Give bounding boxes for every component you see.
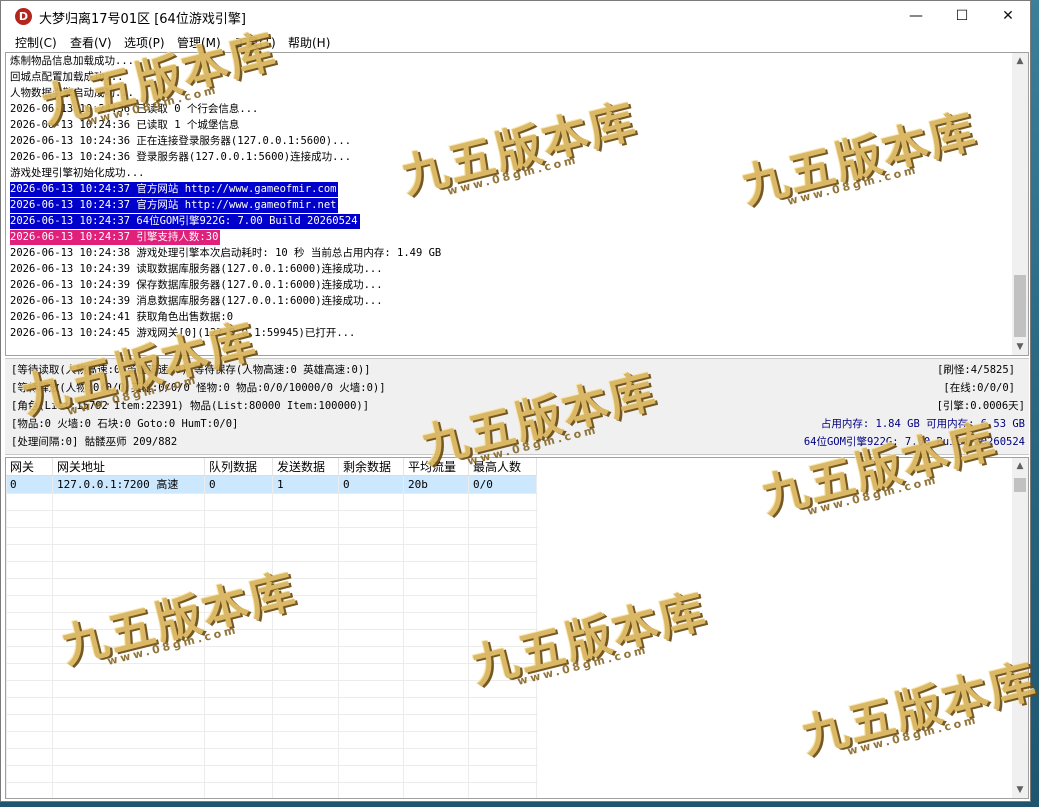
log-line: 2026-06-13 10:24:36 正在连接登录服务器(127.0.0.1:… (10, 135, 352, 147)
status-memory: 占用内存: 1.84 GB 可用内存: 6.53 GB (820, 418, 1025, 430)
status-role-items: [角色(List:15792 Item:22391) 物品(List:80000… (11, 400, 370, 412)
grid-column-line (6, 476, 7, 798)
log-line: 2026-06-13 10:24:36 已读取 0 个行会信息... (10, 103, 259, 115)
scroll-up-arrow-icon[interactable]: ▲ (1012, 53, 1028, 69)
status-refresh-monsters: [刷怪:4/5825] (937, 364, 1015, 376)
log-panel[interactable]: 炼制物品信息加载成功... 回城点配置加载成功... 人物数据引擎启动成功... 20… (5, 52, 1029, 356)
minimize-button[interactable]: — (893, 1, 939, 32)
close-button[interactable]: ✕ (985, 1, 1030, 32)
log-line: 2026-06-13 10:24:39 消息数据库服务器(127.0.0.1:6… (10, 295, 383, 307)
table-cell[interactable]: 20b (404, 476, 469, 493)
table-header: 网关 网关地址 队列数据 发送数据 剩余数据 平均流量 最高人数 (6, 458, 538, 476)
log-scrollbar[interactable]: ▲ ▼ (1012, 53, 1028, 355)
table-scrollbar[interactable]: ▲ ▼ (1012, 458, 1028, 798)
column-header[interactable]: 队列数据 (205, 458, 273, 476)
status-wait-release: [等待释放(人物:0/0/0 英雄:0/0/0 怪物:0 物品:0/0/1000… (11, 382, 386, 394)
grid-column-line (468, 476, 469, 798)
log-scroll-thumb[interactable] (1014, 275, 1026, 337)
log-line: 2026-06-13 10:24:39 保存数据库服务器(127.0.0.1:6… (10, 279, 383, 291)
grid-column-line (403, 476, 404, 798)
scroll-down-arrow-icon[interactable]: ▼ (1012, 782, 1028, 798)
status-engine-uptime: [引擎:0.0006天] (936, 400, 1025, 412)
maximize-button[interactable]: ☐ (939, 1, 985, 32)
grid-column-line (536, 476, 537, 798)
app-icon: D (15, 8, 32, 25)
log-line: 2026-06-13 10:24:37 官方网站 http://www.game… (10, 182, 339, 197)
app-window: D 大梦归离17号01区 [64位游戏引擎] — ☐ ✕ 控制(C) 查看(V)… (0, 0, 1031, 802)
log-line: 2026-06-13 10:24:37 官方网站 http://www.game… (10, 198, 339, 213)
log-line: 2026-06-13 10:24:37 64位GOM引擎922G: 7.00 B… (10, 214, 360, 229)
table-cell[interactable]: 0 (205, 476, 273, 493)
grid-column-line (52, 476, 53, 798)
scroll-up-arrow-icon[interactable]: ▲ (1012, 458, 1028, 474)
table-cell[interactable]: 1 (273, 476, 339, 493)
log-line: 2026-06-13 10:24:41 获取角色出售数据:0 (10, 311, 234, 323)
table-cell[interactable]: 127.0.0.1:7200 高速 (53, 476, 205, 493)
log-line: 2026-06-13 10:24:38 游戏处理引擎本次启动耗时: 10 秒 当… (10, 247, 442, 259)
menu-help[interactable]: 帮助(H) (288, 34, 330, 51)
log-line: 2026-06-13 10:24:39 读取数据库服务器(127.0.0.1:6… (10, 263, 383, 275)
status-item-counts: [物品:0 火墙:0 石块:0 Goto:0 HumT:0/0] (11, 418, 239, 430)
status-panel: [等待读取(人物高速:0 英雄高速:0) 等待保存(人物高速:0 英雄高速:0)… (5, 358, 1029, 455)
menu-view[interactable]: 查看(V) (70, 34, 112, 51)
log-line: 游戏处理引擎初始化成功... (10, 167, 145, 179)
status-wait-read: [等待读取(人物高速:0 英雄高速:0) 等待保存(人物高速:0 英雄高速:0)… (11, 364, 371, 376)
title-bar[interactable]: D 大梦归离17号01区 [64位游戏引擎] — ☐ ✕ (1, 1, 1030, 32)
grid-column-line (272, 476, 273, 798)
status-online: [在线:0/0/0] (943, 382, 1015, 394)
log-line: 2026-06-13 10:24:36 登录服务器(127.0.0.1:5600… (10, 151, 352, 163)
column-header[interactable]: 发送数据 (273, 458, 339, 476)
column-header[interactable]: 平均流量 (404, 458, 469, 476)
column-header[interactable]: 剩余数据 (339, 458, 404, 476)
table-cell[interactable]: 0/0 (469, 476, 537, 493)
log-line: 炼制物品信息加载成功... (10, 55, 134, 67)
gateway-table[interactable]: 网关 网关地址 队列数据 发送数据 剩余数据 平均流量 最高人数 0 127.0.0.1:72… (5, 457, 1029, 799)
menu-control[interactable]: 控制(C) (15, 34, 57, 51)
table-scroll-thumb[interactable] (1014, 478, 1026, 492)
grid-column-line (204, 476, 205, 798)
menu-bar: 控制(C) 查看(V) 选项(P) 管理(M) 工具(T) 帮助(H) (1, 32, 1030, 52)
table-cell[interactable]: 0 (339, 476, 404, 493)
status-engine-version: 64位GOM引擎922G: 7.00 Build 20260524 (803, 436, 1025, 448)
menu-tools[interactable]: 工具(T) (235, 34, 276, 51)
column-header[interactable]: 网关 (6, 458, 53, 476)
window-title: 大梦归离17号01区 [64位游戏引擎] (39, 12, 246, 27)
menu-options[interactable]: 选项(P) (124, 34, 165, 51)
column-header[interactable]: 网关地址 (53, 458, 205, 476)
status-interval: [处理间隔:0] 骷髅巫师 209/882 (11, 436, 178, 448)
table-cell[interactable]: 0 (6, 476, 53, 493)
column-header[interactable]: 最高人数 (469, 458, 537, 476)
log-line: 回城点配置加载成功... (10, 71, 124, 83)
grid-column-line (338, 476, 339, 798)
log-line: 人物数据引擎启动成功... (10, 87, 134, 99)
scroll-down-arrow-icon[interactable]: ▼ (1012, 339, 1028, 355)
log-line: 2026-06-13 10:24:36 已读取 1 个城堡信息 (10, 119, 240, 131)
log-line: 2026-06-13 10:24:37 引擎支持人数:30 (10, 230, 221, 245)
log-line: 2026-06-13 10:24:45 游戏网关[0](127.0.0.1:59… (10, 327, 356, 339)
menu-manage[interactable]: 管理(M) (177, 34, 221, 51)
